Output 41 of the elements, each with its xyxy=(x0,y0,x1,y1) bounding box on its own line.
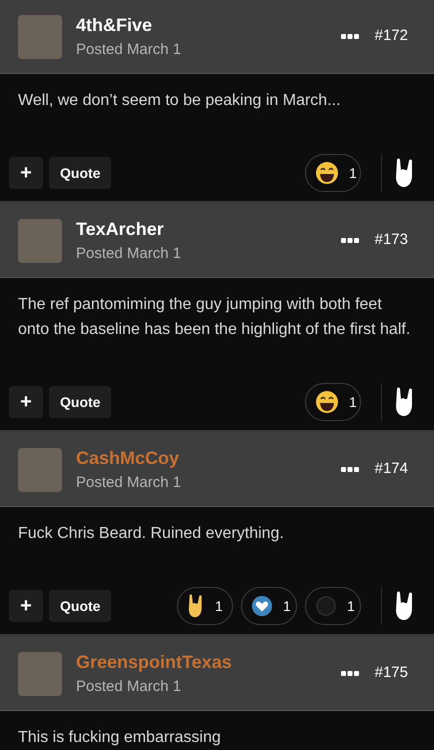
post-number[interactable]: #175 xyxy=(374,662,408,685)
reaction-count: 1 xyxy=(215,596,223,616)
post-text: Fuck Chris Beard. Ruined everything. xyxy=(18,524,285,544)
reaction-pill[interactable]: 1 xyxy=(177,587,233,625)
username[interactable]: TexArcher xyxy=(76,216,341,240)
post-text: This is fucking embarrassing xyxy=(18,728,222,748)
post-number[interactable]: #172 xyxy=(374,25,408,48)
post-number[interactable]: #174 xyxy=(374,458,408,481)
reaction-pill[interactable]: 1 xyxy=(305,383,361,421)
laughing-face-icon xyxy=(315,161,339,185)
quote-button[interactable]: Quote xyxy=(49,590,112,622)
avatar-photo-placeholder xyxy=(18,14,62,58)
post-number[interactable]: #173 xyxy=(374,229,408,252)
post-date: Posted March 1 xyxy=(76,676,182,696)
laughing-face-icon xyxy=(315,390,339,414)
more-options-icon[interactable] xyxy=(340,34,359,40)
avatar-photo-placeholder xyxy=(18,448,62,492)
add-button[interactable]: + xyxy=(9,590,43,622)
post-date: Posted March 1 xyxy=(76,244,182,264)
quote-button[interactable]: Quote xyxy=(49,386,112,418)
add-button[interactable]: + xyxy=(9,157,43,189)
more-options-icon[interactable] xyxy=(340,238,359,244)
avatar-photo-placeholder xyxy=(18,218,62,262)
post-text: Well, we don’t seem to be peaking in March... xyxy=(18,91,342,111)
reaction-pill[interactable]: 1 xyxy=(305,154,361,192)
reaction-count: 1 xyxy=(283,596,291,616)
post-date: Posted March 1 xyxy=(76,472,182,492)
username[interactable]: 4th&Five xyxy=(76,12,341,36)
add-button[interactable]: + xyxy=(9,386,43,418)
reaction-count: 1 xyxy=(347,596,355,616)
reaction-count: 1 xyxy=(349,392,357,412)
reaction-pill[interactable]: 1 xyxy=(241,587,297,625)
quote-button[interactable]: Quote xyxy=(49,157,112,189)
faded-face-icon xyxy=(315,595,337,617)
post-text: The ref pantomiming the guy jumping with both feet onto the baseline has been the highlight of the first half. xyxy=(18,295,412,340)
more-options-icon[interactable] xyxy=(340,466,359,472)
avatar-photo-placeholder xyxy=(18,652,62,696)
reaction-count: 1 xyxy=(349,164,357,182)
reaction-pill[interactable]: 1 xyxy=(305,587,361,625)
post-date: Posted March 1 xyxy=(76,40,182,60)
more-options-icon[interactable] xyxy=(340,670,359,676)
